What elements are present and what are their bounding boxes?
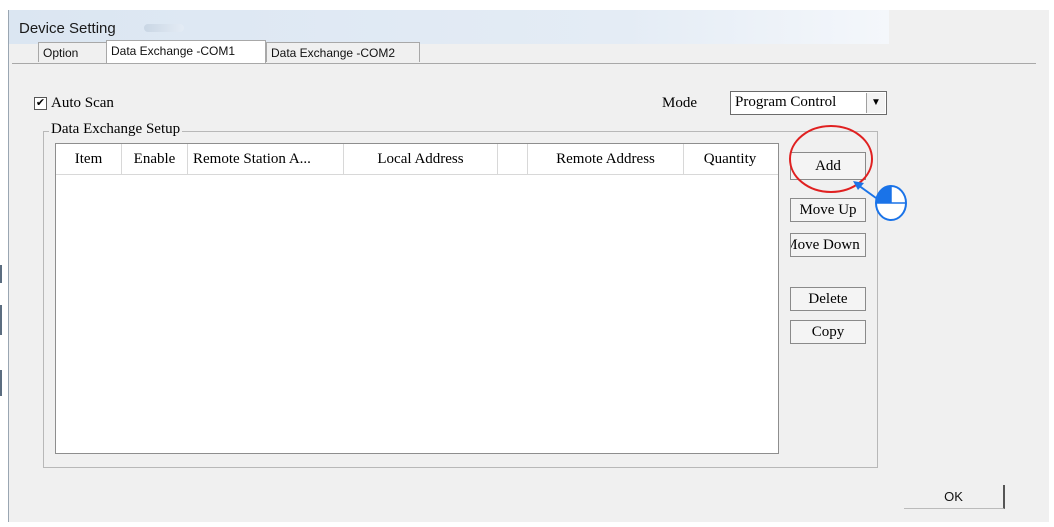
add-button[interactable]: Add: [790, 152, 866, 180]
title-bar: Device Setting: [9, 10, 889, 44]
tab-data-exchange-com1[interactable]: Data Exchange -COM1: [106, 40, 266, 63]
list-header: Item Enable Remote Station A... Local Ad…: [56, 144, 778, 175]
delete-button[interactable]: Delete: [790, 287, 866, 311]
move-down-button[interactable]: Move Down: [790, 233, 866, 257]
column-header-blank[interactable]: [498, 144, 528, 174]
column-header-remote-address[interactable]: Remote Address: [528, 144, 684, 174]
column-header-quantity[interactable]: Quantity: [684, 144, 776, 174]
group-title: Data Exchange Setup: [49, 121, 183, 138]
data-exchange-list[interactable]: Item Enable Remote Station A... Local Ad…: [55, 143, 779, 454]
mode-select-value: Program Control: [735, 94, 837, 110]
edge-mark: [0, 370, 2, 396]
column-header-enable[interactable]: Enable: [122, 144, 188, 174]
tab-option[interactable]: Option: [38, 42, 108, 62]
copy-button[interactable]: Copy: [790, 320, 866, 344]
edge-mark: [0, 305, 2, 335]
chevron-down-icon[interactable]: ▼: [866, 93, 885, 113]
edge-mark: [0, 265, 2, 283]
window-title: Device Setting: [19, 20, 116, 37]
ok-button[interactable]: OK: [904, 485, 1005, 509]
mode-select[interactable]: Program Control ▼: [730, 91, 887, 115]
column-header-item[interactable]: Item: [56, 144, 122, 174]
auto-scan-checkbox[interactable]: ✔: [34, 97, 47, 110]
column-header-local-address[interactable]: Local Address: [344, 144, 498, 174]
title-bar-decoration: [144, 24, 184, 32]
column-header-remote-station[interactable]: Remote Station A...: [188, 144, 344, 174]
auto-scan-row: ✔ Auto Scan: [34, 95, 114, 112]
tab-data-exchange-com2[interactable]: Data Exchange -COM2: [266, 42, 420, 62]
auto-scan-label: Auto Scan: [51, 95, 114, 111]
move-up-button[interactable]: Move Up: [790, 198, 866, 222]
mode-label: Mode: [662, 95, 697, 111]
